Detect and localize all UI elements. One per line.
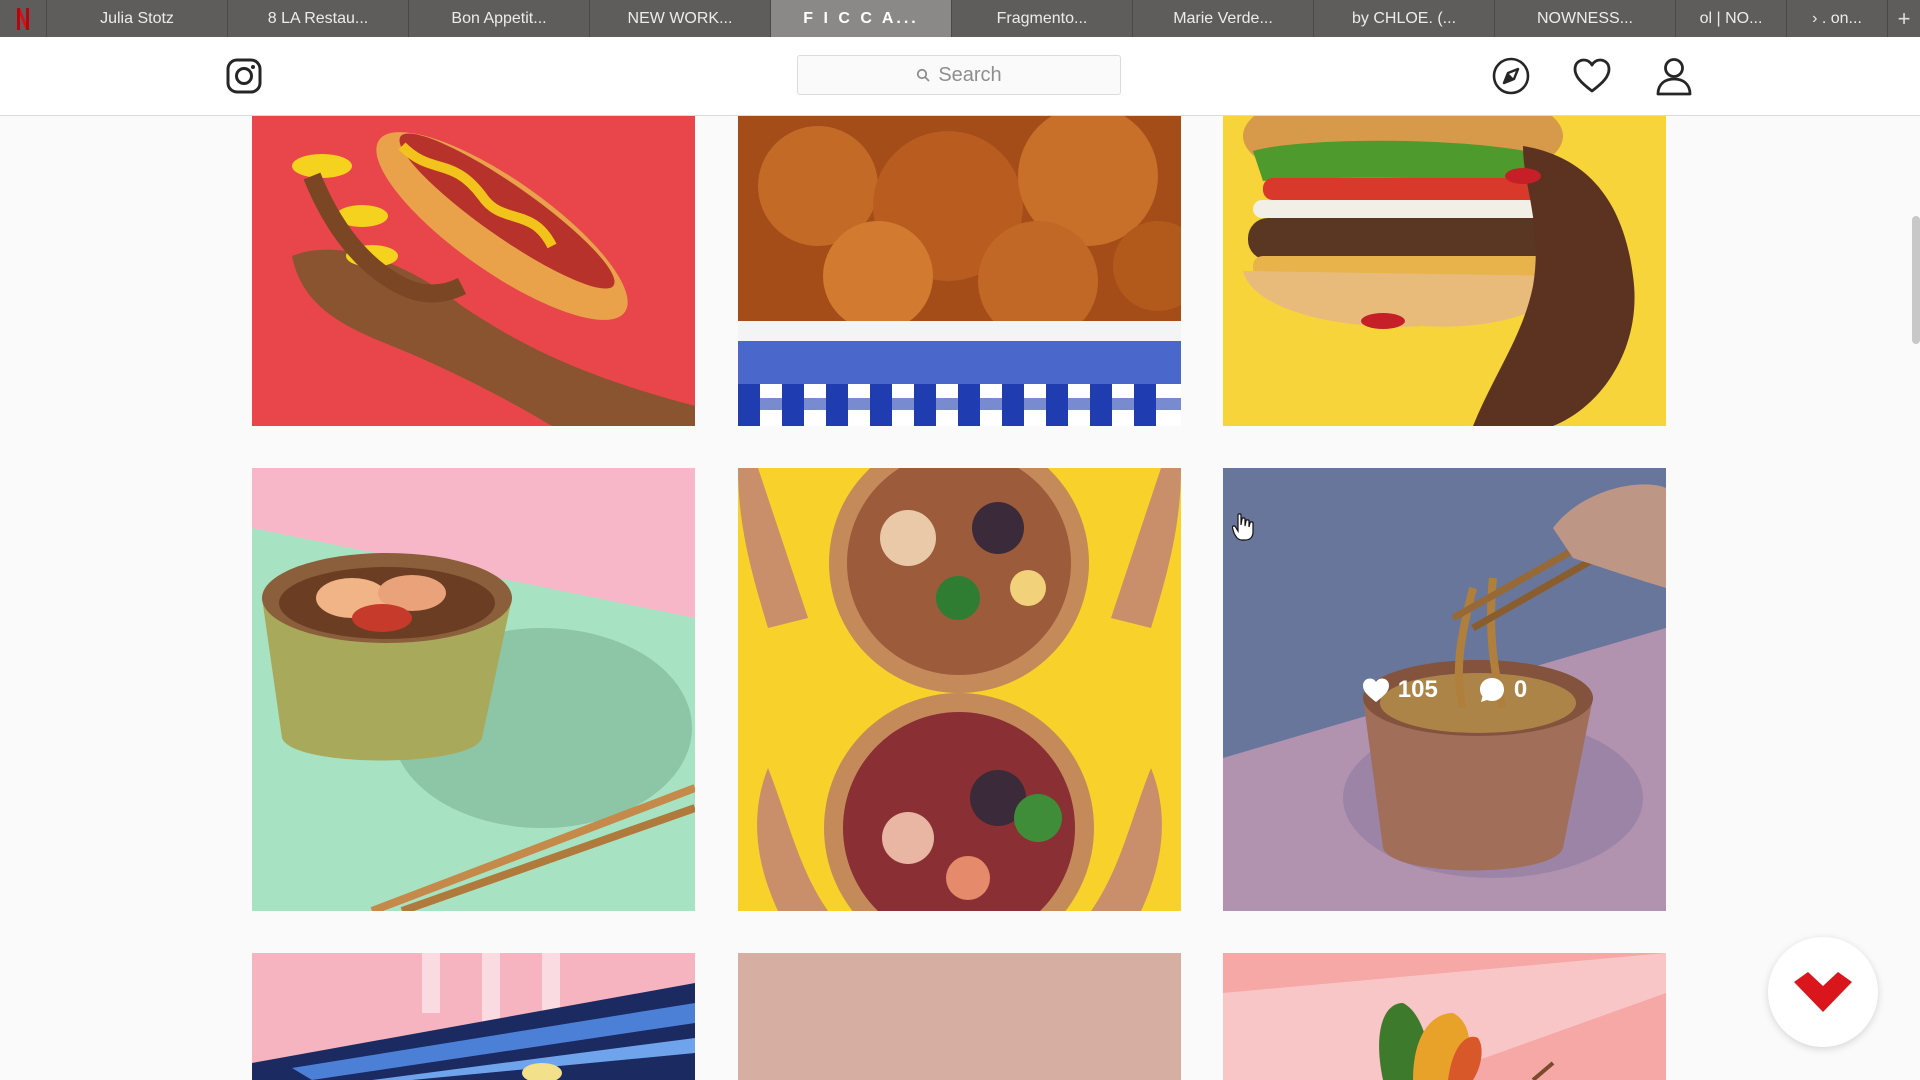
floating-logo-button[interactable] xyxy=(1768,937,1878,1047)
two-bowls-photo xyxy=(738,468,1181,911)
post-hotdog[interactable] xyxy=(252,116,695,426)
search-placeholder: Search xyxy=(938,63,1002,86)
post-two-bowls[interactable] xyxy=(738,468,1181,911)
search-icon xyxy=(917,68,930,82)
comments-stat: 0 xyxy=(1478,676,1527,704)
post-dumpling-bowl[interactable] xyxy=(252,468,695,911)
compass-icon[interactable] xyxy=(1491,56,1531,96)
post-striped-tray[interactable] xyxy=(252,953,695,1080)
striped-tray-photo xyxy=(252,953,695,1080)
post-pink-plain[interactable] xyxy=(738,953,1181,1080)
burger-photo xyxy=(1243,116,1635,426)
new-tab-button[interactable]: + xyxy=(1888,0,1920,37)
tab-by-chloe[interactable]: by CHLOE. (... xyxy=(1314,0,1495,37)
tab-ol-no[interactable]: ol | NO... xyxy=(1676,0,1787,37)
post-fried-chicken[interactable] xyxy=(738,116,1181,426)
hand-cursor-icon xyxy=(1231,513,1254,541)
tab-nowness[interactable]: NOWNESS... xyxy=(1495,0,1676,37)
post-hover-overlay: 105 0 xyxy=(1223,468,1666,911)
tab-on[interactable]: › . on... xyxy=(1787,0,1888,37)
post-noodle-bowl[interactable]: 105 0 xyxy=(1223,468,1666,911)
user-icon[interactable] xyxy=(1654,56,1694,96)
tab-marie-verde[interactable]: Marie Verde... xyxy=(1133,0,1314,37)
search-input[interactable]: Search xyxy=(797,55,1121,95)
likes-count: 105 xyxy=(1397,675,1438,703)
netflix-favicon-icon[interactable] xyxy=(0,0,47,37)
instagram-logo-icon[interactable] xyxy=(226,58,262,94)
tab-bon-appetit[interactable]: Bon Appetit... xyxy=(409,0,590,37)
likes-stat: 105 xyxy=(1362,676,1438,704)
post-burger[interactable] xyxy=(1223,116,1666,426)
fried-chicken-photo xyxy=(738,116,1181,426)
hotdog-photo xyxy=(292,132,695,426)
tab-julia-stotz[interactable]: Julia Stotz xyxy=(47,0,228,37)
tab-la-restaurants[interactable]: 8 LA Restau... xyxy=(228,0,409,37)
dumpling-bowl-photo xyxy=(252,468,695,911)
tab-new-work[interactable]: NEW WORK... xyxy=(590,0,771,37)
heart-icon[interactable] xyxy=(1572,56,1612,96)
mango-photo xyxy=(1223,953,1666,1080)
instagram-header: Search xyxy=(0,37,1920,116)
tab-fragmento[interactable]: Fragmento... xyxy=(952,0,1133,37)
heart-filled-icon xyxy=(1362,678,1389,702)
post-mango[interactable] xyxy=(1223,953,1666,1080)
page-scrollbar[interactable] xyxy=(1912,216,1920,344)
red-heart-logo-icon xyxy=(1794,972,1852,1012)
comment-filled-icon xyxy=(1479,677,1504,702)
comments-count: 0 xyxy=(1513,675,1528,703)
tab-ficca[interactable]: F I C C A... xyxy=(771,0,952,37)
browser-tab-bar: Julia Stotz 8 LA Restau... Bon Appetit..… xyxy=(0,0,1920,38)
